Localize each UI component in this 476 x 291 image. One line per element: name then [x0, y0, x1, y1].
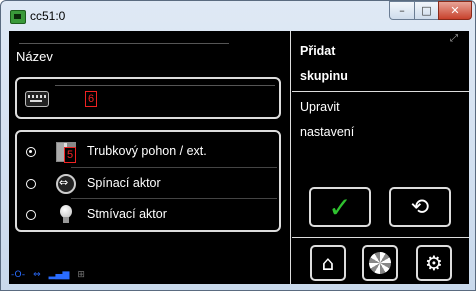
- check-icon: ✓: [328, 190, 352, 224]
- status-bar: -O- ⇔ ▂▄▆ ⊞: [11, 268, 85, 280]
- switch-actuator-icon: [56, 174, 76, 194]
- side-title-line: Přidat: [300, 44, 336, 58]
- radio-selected[interactable]: [26, 147, 36, 157]
- list-item[interactable]: 5 Trubkový pohon / ext.: [17, 136, 279, 168]
- app-window: cc51:0 – □ ✕ Název 6 5 Trubkový pohon / …: [0, 0, 476, 291]
- confirm-button[interactable]: ✓: [309, 187, 371, 227]
- radio-unselected[interactable]: [26, 210, 36, 220]
- ventilation-button[interactable]: [362, 245, 398, 281]
- back-button[interactable]: ⟲: [389, 187, 451, 227]
- resize-icon: ⤢: [450, 33, 458, 44]
- panel-divider: [290, 31, 291, 284]
- edit-settings-line: nastavení: [300, 125, 355, 139]
- signal-icon: ▂▄▆: [48, 270, 70, 280]
- list-item-label: Stmívací aktor: [87, 207, 167, 221]
- side-title: Přidat skupinu: [300, 39, 450, 89]
- divider: [292, 237, 469, 238]
- title-bar[interactable]: cc51:0 – □ ✕: [1, 1, 475, 31]
- link-icon: ⇔: [33, 270, 41, 280]
- edit-settings-link[interactable]: Upravit nastavení: [300, 95, 450, 145]
- device-screen: Název 6 5 Trubkový pohon / ext. Spínací …: [9, 31, 469, 284]
- divider: [19, 43, 229, 44]
- home-button[interactable]: ⌂: [310, 245, 346, 281]
- window-title: cc51:0: [30, 9, 66, 23]
- minimize-button[interactable]: –: [389, 1, 415, 20]
- list-item-label: Trubkový pohon / ext.: [87, 144, 207, 158]
- home-icon: ⌂: [321, 251, 335, 275]
- back-arrow-icon: ⟲: [410, 194, 430, 220]
- divider: [292, 91, 469, 92]
- name-underline: [55, 85, 275, 86]
- network-icon: -O-: [11, 270, 26, 280]
- device-type-list: 5 Trubkový pohon / ext. Spínací aktor St…: [15, 130, 281, 232]
- radio-unselected[interactable]: [26, 179, 36, 189]
- close-button[interactable]: ✕: [438, 1, 472, 20]
- name-label: Název: [16, 49, 53, 64]
- side-title-line: skupinu: [300, 69, 348, 83]
- fan-icon: [369, 252, 391, 274]
- dimmer-bulb-icon: [56, 205, 76, 225]
- marker-badge: 6: [85, 91, 97, 107]
- gear-icon: ⚙: [425, 251, 443, 275]
- maximize-button[interactable]: □: [414, 1, 439, 20]
- edit-settings-line: Upravit: [300, 100, 340, 114]
- lan-icon: ⊞: [77, 270, 85, 280]
- settings-button[interactable]: ⚙: [416, 245, 452, 281]
- name-input[interactable]: 6: [15, 77, 281, 119]
- keyboard-icon[interactable]: [25, 91, 49, 107]
- list-item[interactable]: Stmívací aktor: [17, 199, 279, 231]
- list-item[interactable]: Spínací aktor: [17, 168, 279, 200]
- app-icon: [10, 10, 26, 24]
- marker-badge: 5: [64, 147, 76, 163]
- list-item-label: Spínací aktor: [87, 176, 161, 190]
